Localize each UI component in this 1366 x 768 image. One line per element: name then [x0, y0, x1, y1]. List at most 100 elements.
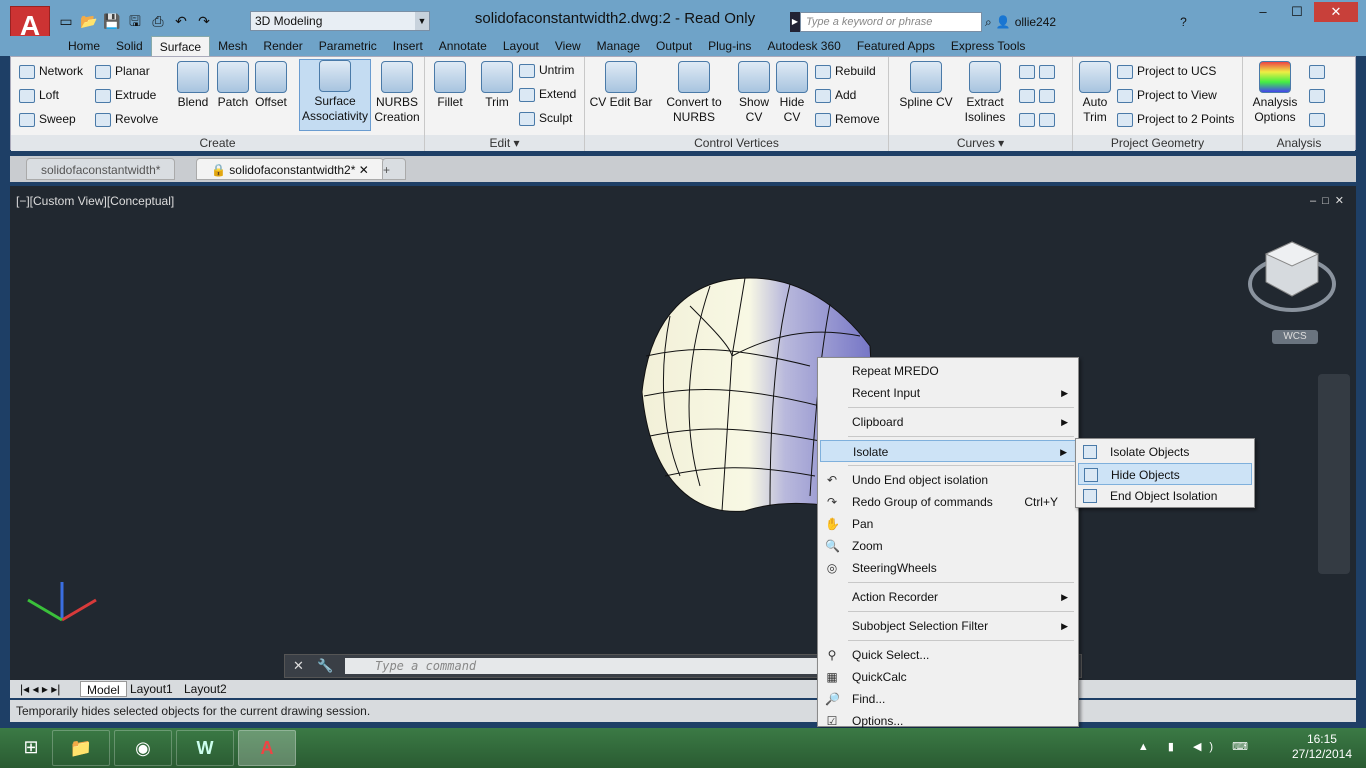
open-file-icon[interactable]: 📂: [79, 11, 99, 31]
print-icon[interactable]: ⎙: [148, 11, 168, 31]
menu-item-recent-input[interactable]: Recent Input ▶: [820, 382, 1076, 404]
maximize-button[interactable]: ☐: [1280, 2, 1314, 22]
curve-tool-1[interactable]: [1019, 61, 1059, 81]
ribbon-tab-parametric[interactable]: Parametric: [311, 36, 385, 56]
user-area[interactable]: ⌕ 👤 ollie242?: [985, 12, 1187, 32]
network-button[interactable]: Network: [19, 61, 83, 81]
help-icon[interactable]: ?: [1180, 15, 1187, 29]
project-to-2-points-button[interactable]: Project to 2 Points: [1117, 109, 1234, 129]
analysis-draft-button[interactable]: [1309, 109, 1329, 129]
untrim-button[interactable]: Untrim: [519, 60, 574, 80]
tab-layout1[interactable]: Layout1: [124, 681, 179, 697]
submenu-item-hide-objects[interactable]: Hide Objects: [1078, 463, 1252, 485]
redo-icon[interactable]: ↷: [194, 11, 214, 31]
ribbon-tab-surface[interactable]: Surface: [150, 36, 211, 56]
remove-cv-button[interactable]: Remove: [815, 109, 880, 129]
spline-cv-button[interactable]: Spline CV: [895, 61, 957, 110]
clock[interactable]: 16:15 27/12/2014: [1292, 732, 1352, 762]
revolve-button[interactable]: Revolve: [95, 109, 158, 129]
trim-button[interactable]: Trim: [477, 61, 517, 110]
project-to-view-button[interactable]: Project to View: [1117, 85, 1217, 105]
new-file-icon[interactable]: ▭: [56, 11, 76, 31]
menu-item-repeat-mredo[interactable]: Repeat MREDO: [820, 360, 1076, 382]
close-button[interactable]: ✕: [1314, 2, 1358, 22]
surface-associativity-button[interactable]: Surface Associativity: [299, 59, 371, 131]
fillet-button[interactable]: Fillet: [429, 61, 471, 110]
menu-item-pan[interactable]: Pan ✋: [820, 513, 1076, 535]
hide-cv-button[interactable]: Hide CV: [773, 61, 811, 125]
close-command-icon[interactable]: ✕: [293, 658, 304, 674]
menu-item-quick-select[interactable]: Quick Select... ⚲: [820, 644, 1076, 666]
save-as-icon[interactable]: 🖫: [125, 11, 145, 31]
extend-button[interactable]: Extend: [519, 84, 576, 104]
curve-tool-2[interactable]: [1019, 85, 1059, 105]
ribbon-tab-autodesk-360[interactable]: Autodesk 360: [759, 36, 848, 56]
convert-to-nurbs-button[interactable]: Convert to NURBS: [661, 61, 727, 125]
wcs-menu[interactable]: WCS: [1272, 330, 1318, 344]
workspace-select[interactable]: 3D Modeling ▼: [250, 11, 430, 31]
doc-tab-2[interactable]: 🔒 solidofaconstantwidth2* ✕: [196, 158, 384, 180]
ribbon-tab-plug-ins[interactable]: Plug-ins: [700, 36, 759, 56]
taskbar-chrome[interactable]: ◉: [114, 730, 172, 766]
panel-title-create[interactable]: Create: [11, 135, 424, 151]
viewcube[interactable]: [1244, 238, 1340, 318]
cv-edit-bar-button[interactable]: CV Edit Bar: [589, 61, 653, 110]
ribbon-tab-solid[interactable]: Solid: [108, 36, 151, 56]
ribbon-tab-mesh[interactable]: Mesh: [210, 36, 255, 56]
submenu-item-end-object-isolation[interactable]: End Object Isolation: [1078, 485, 1252, 507]
ribbon-tab-featured-apps[interactable]: Featured Apps: [849, 36, 943, 56]
analysis-curvature-button[interactable]: [1309, 85, 1329, 105]
menu-item-action-recorder[interactable]: Action Recorder ▶: [820, 586, 1076, 608]
sweep-button[interactable]: Sweep: [19, 109, 76, 129]
panel-title-edit[interactable]: Edit ▾: [425, 135, 584, 151]
analysis-zebra-button[interactable]: [1309, 61, 1329, 81]
navigation-bar[interactable]: [1318, 374, 1350, 574]
taskbar-autocad[interactable]: A: [238, 730, 296, 766]
menu-item-redo-group-of-commands[interactable]: Redo Group of commands ↷ Ctrl+Y: [820, 491, 1076, 513]
curve-tool-3[interactable]: [1019, 109, 1059, 129]
ribbon-tab-render[interactable]: Render: [255, 36, 310, 56]
search-input[interactable]: Type a keyword or phrase: [800, 12, 982, 32]
menu-item-undo-end-object-isolation[interactable]: Undo End object isolation ↶: [820, 469, 1076, 491]
nurbs-creation-button[interactable]: NURBS Creation: [373, 61, 421, 125]
planar-button[interactable]: Planar: [95, 61, 150, 81]
user-name[interactable]: ollie242: [1015, 15, 1056, 29]
taskbar-word[interactable]: W: [176, 730, 234, 766]
add-cv-button[interactable]: Add: [815, 85, 856, 105]
ribbon-tab-layout[interactable]: Layout: [495, 36, 547, 56]
auto-trim-button[interactable]: Auto Trim: [1077, 61, 1113, 125]
ribbon-tab-home[interactable]: Home: [60, 36, 108, 56]
layout-nav-arrows[interactable]: |◂ ◂ ▸ ▸|: [14, 681, 66, 697]
menu-item-find[interactable]: Find... 🔎: [820, 688, 1076, 710]
ribbon-tab-annotate[interactable]: Annotate: [431, 36, 495, 56]
blend-button[interactable]: Blend: [173, 61, 213, 110]
panel-title-curves[interactable]: Curves ▾: [889, 135, 1072, 151]
tab-model[interactable]: Model: [80, 681, 127, 697]
system-tray[interactable]: ▲ ▮ ◀) ⌨: [1138, 740, 1256, 753]
ribbon-tab-insert[interactable]: Insert: [385, 36, 431, 56]
project-to-ucs-button[interactable]: Project to UCS: [1117, 61, 1216, 81]
undo-icon[interactable]: ↶: [171, 11, 191, 31]
extrude-button[interactable]: Extrude: [95, 85, 156, 105]
offset-button[interactable]: Offset: [251, 61, 291, 110]
menu-item-steeringwheels[interactable]: SteeringWheels ◎: [820, 557, 1076, 579]
ribbon-tab-manage[interactable]: Manage: [589, 36, 648, 56]
search-expand-icon[interactable]: ▶: [790, 12, 800, 32]
loft-button[interactable]: Loft: [19, 85, 59, 105]
menu-item-quickcalc[interactable]: QuickCalc ▦: [820, 666, 1076, 688]
menu-item-isolate[interactable]: Isolate ▶: [820, 440, 1076, 462]
extract-isolines-button[interactable]: Extract Isolines: [963, 61, 1007, 125]
drawing-viewport[interactable]: [−][Custom View][Conceptual] –□✕ ✕ 🔧 Typ…: [10, 186, 1356, 680]
tab-layout2[interactable]: Layout2: [178, 681, 233, 697]
binoculars-icon[interactable]: ⌕: [985, 15, 992, 30]
menu-item-zoom[interactable]: Zoom 🔍: [820, 535, 1076, 557]
taskbar-file-explorer[interactable]: 📁: [52, 730, 110, 766]
sculpt-button[interactable]: Sculpt: [519, 108, 572, 128]
save-icon[interactable]: 💾: [102, 11, 122, 31]
close-tab-icon[interactable]: ✕: [355, 163, 369, 177]
menu-item-subobject-selection-filter[interactable]: Subobject Selection Filter ▶: [820, 615, 1076, 637]
ribbon-tab-express-tools[interactable]: Express Tools: [943, 36, 1033, 56]
patch-button[interactable]: Patch: [213, 61, 253, 110]
minimize-button[interactable]: –: [1246, 2, 1280, 22]
doc-tab-1[interactable]: solidofaconstantwidth*: [26, 158, 176, 180]
